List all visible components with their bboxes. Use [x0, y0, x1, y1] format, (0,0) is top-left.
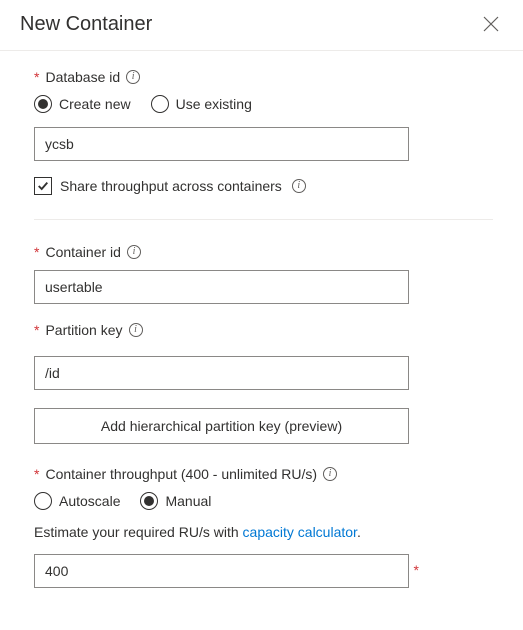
radio-icon	[140, 492, 158, 510]
panel-title: New Container	[20, 13, 152, 36]
container-id-input[interactable]	[34, 270, 409, 304]
radio-icon	[34, 492, 52, 510]
info-icon[interactable]: i	[323, 467, 337, 481]
required-marker: *	[34, 466, 39, 482]
container-id-label-row: * Container id i	[34, 244, 493, 260]
database-mode-radios: Create new Use existing	[34, 95, 493, 113]
throughput-input-wrap: *	[34, 554, 409, 588]
required-marker: *	[34, 244, 39, 260]
throughput-field: * Container throughput (400 - unlimited …	[34, 466, 493, 588]
required-marker: *	[34, 322, 39, 338]
close-icon	[483, 16, 499, 32]
radio-create-new-label: Create new	[59, 96, 131, 112]
throughput-input[interactable]	[34, 554, 409, 588]
radio-manual-label: Manual	[165, 493, 211, 509]
database-id-label: Database id	[45, 69, 120, 85]
help-prefix: Estimate your required RU/s with	[34, 524, 243, 540]
partition-key-label-row: * Partition key i	[34, 322, 493, 338]
throughput-mode-radios: Autoscale Manual	[34, 492, 493, 510]
radio-icon	[34, 95, 52, 113]
radio-use-existing-label: Use existing	[176, 96, 252, 112]
share-throughput-label: Share throughput across containers	[60, 178, 282, 194]
new-container-panel: New Container * Database id i Create new…	[0, 0, 523, 616]
required-marker: *	[414, 562, 419, 578]
database-id-field: * Database id i Create new Use existing	[34, 69, 493, 195]
radio-create-new[interactable]: Create new	[34, 95, 131, 113]
throughput-label: Container throughput (400 - unlimited RU…	[45, 466, 317, 482]
throughput-help-text: Estimate your required RU/s with capacit…	[34, 524, 493, 540]
panel-header: New Container	[0, 0, 523, 51]
throughput-label-row: * Container throughput (400 - unlimited …	[34, 466, 493, 482]
radio-autoscale-label: Autoscale	[59, 493, 120, 509]
capacity-calculator-link[interactable]: capacity calculator	[243, 524, 357, 540]
partition-key-label: Partition key	[45, 322, 122, 338]
container-id-label: Container id	[45, 244, 121, 260]
panel-body: * Database id i Create new Use existing	[0, 51, 523, 616]
partition-key-field: * Partition key i Add hierarchical parti…	[34, 322, 493, 444]
container-id-field: * Container id i	[34, 244, 493, 304]
radio-use-existing[interactable]: Use existing	[151, 95, 252, 113]
database-id-input[interactable]	[34, 127, 409, 161]
info-icon[interactable]: i	[127, 245, 141, 259]
partition-key-input[interactable]	[34, 356, 409, 390]
checkbox-icon	[34, 177, 52, 195]
section-divider	[34, 219, 493, 220]
info-icon[interactable]: i	[292, 179, 306, 193]
add-hierarchical-key-button[interactable]: Add hierarchical partition key (preview)	[34, 408, 409, 444]
radio-icon	[151, 95, 169, 113]
info-icon[interactable]: i	[126, 70, 140, 84]
radio-autoscale[interactable]: Autoscale	[34, 492, 120, 510]
info-icon[interactable]: i	[129, 323, 143, 337]
close-button[interactable]	[479, 12, 503, 36]
database-id-label-row: * Database id i	[34, 69, 493, 85]
required-marker: *	[34, 69, 39, 85]
radio-manual[interactable]: Manual	[140, 492, 211, 510]
help-suffix: .	[357, 524, 361, 540]
share-throughput-row[interactable]: Share throughput across containers i	[34, 177, 493, 195]
